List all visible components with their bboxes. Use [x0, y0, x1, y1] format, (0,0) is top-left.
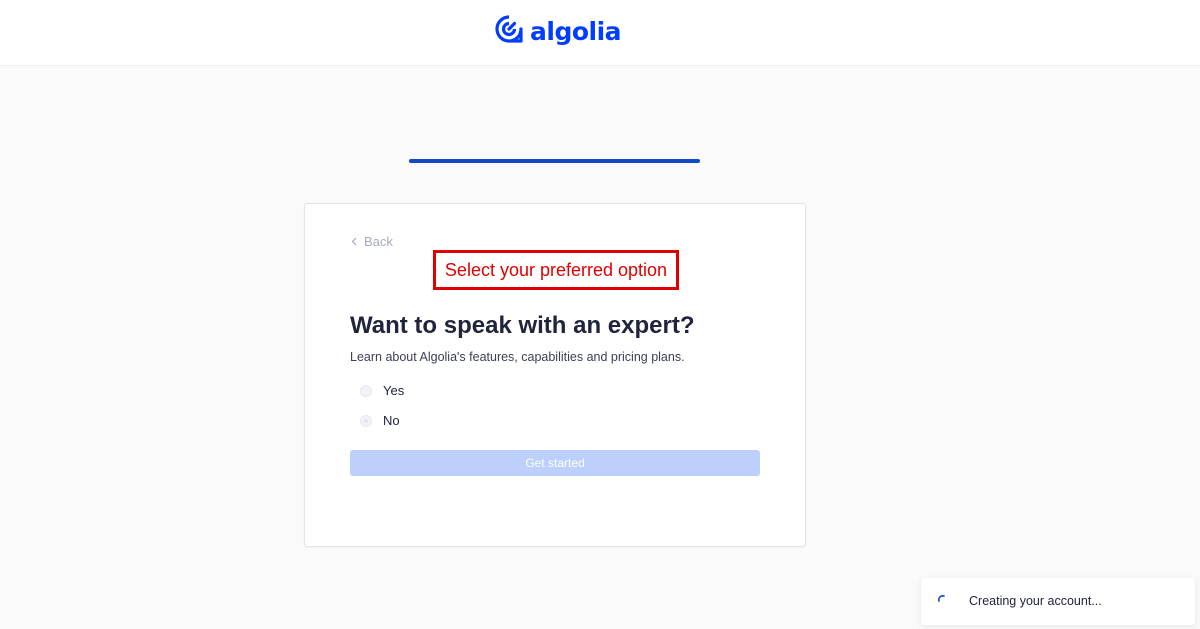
page-description: Learn about Algolia's features, capabili… [350, 350, 685, 364]
algolia-logo-icon [494, 14, 524, 49]
logo-text: algolia [530, 16, 622, 46]
toast-notification: Creating your account... [921, 578, 1195, 625]
annotation-label: Select your preferred option [433, 250, 679, 290]
radio-yes[interactable] [360, 384, 372, 397]
option-yes-label: Yes [383, 383, 405, 398]
chevron-left-icon [351, 234, 357, 249]
progress-bar [409, 159, 700, 163]
toast-message: Creating your account... [969, 594, 1102, 608]
page-title: Want to speak with an expert? [350, 312, 695, 339]
option-no[interactable]: No [360, 413, 400, 428]
onboarding-card: Back Select your preferred option Want t… [304, 203, 806, 547]
get-started-button[interactable]: Get started [350, 450, 760, 476]
spinner-icon [938, 590, 946, 602]
back-button[interactable]: Back [351, 234, 393, 249]
progress-fill [409, 159, 700, 163]
option-yes[interactable]: Yes [360, 383, 404, 398]
back-label: Back [364, 234, 393, 249]
radio-no[interactable] [360, 414, 372, 427]
option-no-label: No [383, 413, 400, 428]
algolia-logo[interactable]: algolia [494, 14, 622, 49]
top-bar: algolia [0, 0, 1200, 66]
